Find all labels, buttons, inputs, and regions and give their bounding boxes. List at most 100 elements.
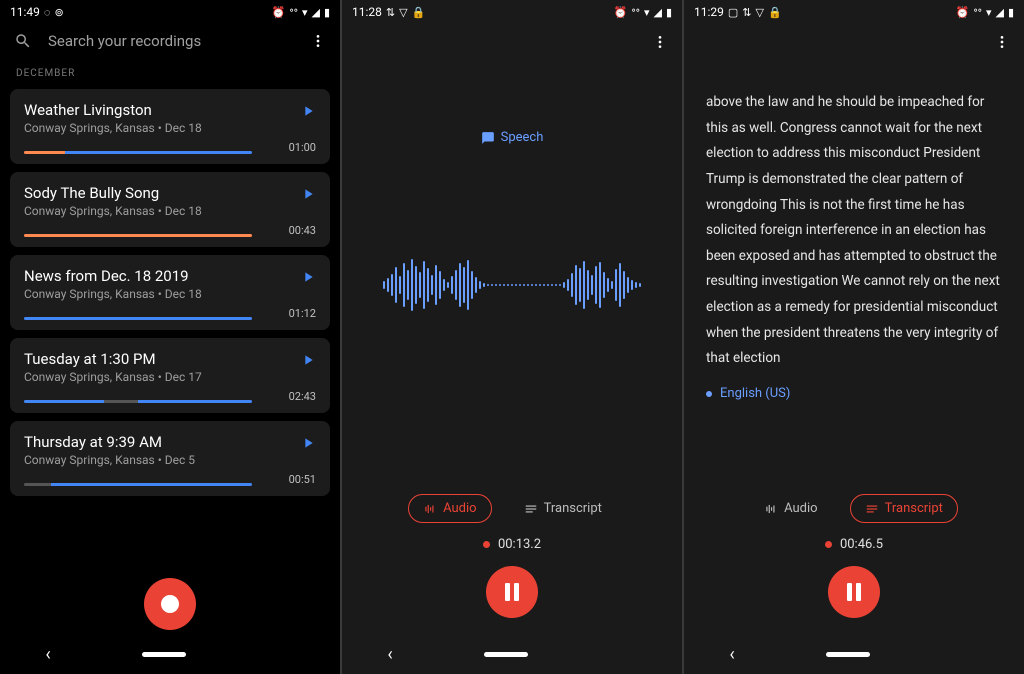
mode-row: Audio Transcript — [750, 494, 958, 523]
back-icon[interactable]: ‹ — [729, 644, 734, 665]
progress-bar — [24, 400, 252, 403]
record-button[interactable] — [144, 578, 196, 630]
recording-card[interactable]: Tuesday at 1:30 PM Conway Springs, Kansa… — [10, 338, 330, 413]
timer-row: 00:46.5 — [825, 537, 883, 552]
search-row[interactable]: Search your recordings — [0, 24, 340, 58]
top-actions — [342, 24, 682, 60]
phone-recording-audio: 11:28 ⇅ ▽ 🔒 ⏰ ᐤᐤ ▾ ◢ ▮ Speech Audio T — [342, 0, 682, 674]
recording-title: Thursday at 9:39 AM — [24, 433, 316, 451]
recording-card[interactable]: Thursday at 9:39 AM Conway Springs, Kans… — [10, 421, 330, 496]
audio-label: Audio — [443, 501, 476, 516]
pause-icon — [847, 583, 861, 601]
status-bar: 11:29 ▢ ⇅ ▽ 🔒 ⏰ ᐤᐤ ▾ ◢ ▮ — [684, 0, 1024, 24]
play-icon[interactable] — [300, 435, 316, 455]
play-icon[interactable] — [300, 352, 316, 372]
mode-row: Audio Transcript — [408, 494, 616, 523]
recording-duration: 01:00 — [289, 141, 316, 154]
progress-bar — [24, 234, 252, 237]
wifi-icon: ▾ — [302, 6, 308, 19]
shield-icon: ▽ — [399, 6, 407, 19]
pause-button[interactable] — [828, 566, 880, 618]
recording-duration: 01:12 — [289, 307, 316, 320]
battery-icon: ▮ — [666, 6, 672, 19]
home-pill[interactable] — [826, 652, 870, 657]
recording-title: Weather Livingston — [24, 101, 316, 119]
back-icon[interactable]: ‹ — [45, 644, 50, 665]
transcript-icon — [524, 502, 538, 516]
recording-title: News from Dec. 18 2019 — [24, 267, 316, 285]
pause-button[interactable] — [486, 566, 538, 618]
speech-label: Speech — [501, 130, 544, 145]
audio-label: Audio — [784, 501, 817, 516]
recording-card[interactable]: News from Dec. 18 2019 Conway Springs, K… — [10, 255, 330, 330]
recording-card[interactable]: Sody The Bully Song Conway Springs, Kans… — [10, 172, 330, 247]
transcript-label: Transcript — [544, 501, 602, 516]
alarm-icon: ⏰ — [614, 6, 628, 19]
recording-duration: 02:43 — [289, 390, 316, 403]
recording-card[interactable]: Weather Livingston Conway Springs, Kansa… — [10, 89, 330, 164]
lock-icon: 🔒 — [768, 6, 782, 19]
waveform — [342, 185, 682, 385]
nav-bar: ‹ — [342, 634, 682, 674]
more-vert-icon[interactable] — [652, 34, 668, 50]
signal-icon: ◢ — [311, 6, 319, 19]
vpn-icon: ᐤᐤ — [973, 6, 982, 19]
search-icon — [14, 32, 32, 50]
search-input[interactable]: Search your recordings — [48, 32, 294, 50]
status-notif-icon: ◌ — [44, 6, 51, 19]
battery-icon: ▮ — [1008, 6, 1014, 19]
speech-tag: Speech — [342, 130, 682, 145]
transcript-mode-button[interactable]: Transcript — [510, 495, 616, 522]
status-time: 11:29 — [694, 5, 724, 19]
recording-dot-icon — [825, 541, 832, 548]
home-pill[interactable] — [484, 652, 528, 657]
timer-value: 00:46.5 — [840, 537, 883, 552]
timer-value: 00:13.2 — [498, 537, 541, 552]
recording-meta: Conway Springs, Kansas • Dec 18 — [24, 121, 316, 135]
phone-recordings-list: 11:49 ◌ ⊚ ⏰ ᐤᐤ ▾ ◢ ▮ Search your recordi… — [0, 0, 340, 674]
transcript-text[interactable]: above the law and he should be impeached… — [684, 60, 1024, 382]
home-pill[interactable] — [142, 652, 186, 657]
pause-icon — [505, 583, 519, 601]
nav-bar: ‹ — [0, 634, 340, 674]
audio-icon — [423, 502, 437, 516]
vpn-icon: ᐤᐤ — [631, 6, 640, 19]
recording-meta: Conway Springs, Kansas • Dec 18 — [24, 287, 316, 301]
recording-meta: Conway Springs, Kansas • Dec 5 — [24, 453, 316, 467]
language-label: English (US) — [720, 386, 790, 401]
more-vert-icon[interactable] — [310, 33, 326, 49]
more-vert-icon[interactable] — [994, 34, 1010, 50]
speech-bubble-icon — [481, 131, 495, 145]
status-time: 11:28 — [352, 5, 382, 19]
play-icon[interactable] — [300, 186, 316, 206]
recording-title: Tuesday at 1:30 PM — [24, 350, 316, 368]
back-icon[interactable]: ‹ — [387, 644, 392, 665]
audio-mode-button[interactable]: Audio — [750, 495, 831, 522]
transcript-label: Transcript — [885, 501, 943, 516]
play-icon[interactable] — [300, 269, 316, 289]
transcript-icon — [865, 502, 879, 516]
language-tag[interactable]: English (US) — [684, 382, 1024, 405]
status-time: 11:49 — [10, 5, 40, 19]
audio-mode-button[interactable]: Audio — [408, 494, 491, 523]
record-icon — [161, 595, 179, 613]
lock-icon: 🔒 — [412, 6, 426, 19]
recording-duration: 00:43 — [289, 224, 316, 237]
vpn-icon: ᐤᐤ — [289, 6, 298, 19]
status-icon: ▢ — [728, 6, 738, 19]
play-icon[interactable] — [300, 103, 316, 123]
recording-duration: 00:51 — [289, 473, 316, 486]
recording-meta: Conway Springs, Kansas • Dec 17 — [24, 370, 316, 384]
recording-meta: Conway Springs, Kansas • Dec 18 — [24, 204, 316, 218]
recording-title: Sody The Bully Song — [24, 184, 316, 202]
language-dot-icon — [706, 391, 712, 397]
progress-bar — [24, 317, 252, 320]
audio-icon — [764, 502, 778, 516]
nav-bar: ‹ — [684, 634, 1024, 674]
signal-icon: ◢ — [653, 6, 661, 19]
transcript-mode-button[interactable]: Transcript — [850, 494, 958, 523]
battery-icon: ▮ — [324, 6, 330, 19]
progress-bar — [24, 483, 252, 486]
bottom-panel: Audio Transcript 00:46.5 — [684, 494, 1024, 634]
timer-row: 00:13.2 — [483, 537, 541, 552]
